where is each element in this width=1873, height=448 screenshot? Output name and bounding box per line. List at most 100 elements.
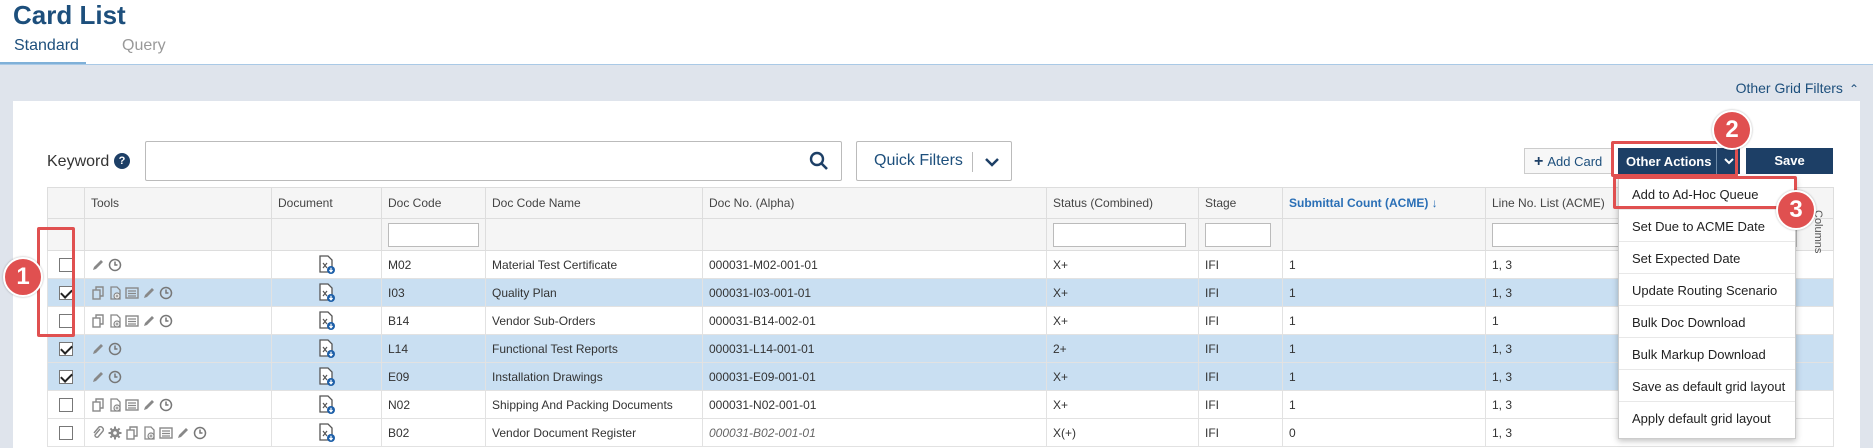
column-header-document[interactable]: Document bbox=[271, 187, 382, 219]
pencil-icon[interactable] bbox=[176, 426, 190, 440]
table-row[interactable]: M02 Material Test Certificate 000031-M02-0… bbox=[47, 250, 1834, 279]
keyword-search-input[interactable] bbox=[145, 141, 842, 181]
list-icon[interactable] bbox=[125, 314, 139, 328]
other-grid-filters-label: Other Grid Filters bbox=[1735, 80, 1843, 96]
stage-filter-input[interactable] bbox=[1205, 222, 1272, 247]
add-doc-icon[interactable] bbox=[108, 286, 122, 300]
column-header-stage[interactable]: Stage bbox=[1198, 187, 1283, 219]
list-icon[interactable] bbox=[125, 286, 139, 300]
filter-cell-empty bbox=[702, 218, 1047, 251]
annotation-badge: 3 bbox=[1776, 190, 1816, 230]
doc-no-cell: 000031-N02-001-01 bbox=[702, 390, 1047, 419]
table-row[interactable]: B14 Vendor Sub-Orders 000031-B14-002-01 X+ I… bbox=[47, 306, 1834, 335]
pencil-icon[interactable] bbox=[142, 286, 156, 300]
column-header-submittal-count[interactable]: Submittal Count (ACME) ↓ bbox=[1282, 187, 1486, 219]
help-icon[interactable]: ? bbox=[114, 153, 130, 169]
sort-arrow-down-icon: ↓ bbox=[1431, 196, 1438, 210]
row-checkbox[interactable] bbox=[59, 341, 73, 356]
list-icon[interactable] bbox=[125, 398, 139, 412]
document-download-icon[interactable] bbox=[318, 422, 336, 443]
doc-code-name-cell: Vendor Sub-Orders bbox=[485, 306, 703, 335]
stage-cell: IFI bbox=[1198, 278, 1283, 307]
document-download-icon[interactable] bbox=[318, 394, 336, 415]
row-checkbox[interactable] bbox=[59, 369, 73, 384]
document-cell bbox=[271, 278, 382, 307]
menu-item-bulk-markup-download[interactable]: Bulk Markup Download bbox=[1619, 338, 1795, 370]
menu-item-apply-default-grid-layout[interactable]: Apply default grid layout bbox=[1619, 402, 1795, 434]
menu-item-set-expected-date[interactable]: Set Expected Date bbox=[1619, 242, 1795, 274]
status-cell: X+ bbox=[1046, 278, 1199, 307]
table-row[interactable]: L14 Functional Test Reports 000031-L14-001… bbox=[47, 334, 1834, 363]
doc-no-cell: 000031-E09-001-01 bbox=[702, 362, 1047, 391]
menu-item-bulk-doc-download[interactable]: Bulk Doc Download bbox=[1619, 306, 1795, 338]
row-checkbox[interactable] bbox=[59, 425, 73, 440]
clock-icon[interactable] bbox=[159, 286, 173, 300]
chevron-down-icon[interactable] bbox=[982, 152, 1002, 172]
copy-icon[interactable] bbox=[91, 398, 105, 412]
document-download-icon[interactable] bbox=[318, 338, 336, 359]
quick-filters-button[interactable]: Quick Filters bbox=[856, 141, 1012, 181]
copy-icon[interactable] bbox=[91, 314, 105, 328]
paperclip-icon[interactable] bbox=[91, 425, 105, 440]
add-doc-icon[interactable] bbox=[108, 398, 122, 412]
submittal-count-cell: 1 bbox=[1282, 362, 1486, 391]
column-header-doc-code[interactable]: Doc Code bbox=[381, 187, 486, 219]
clock-icon[interactable] bbox=[108, 342, 122, 356]
clock-icon[interactable] bbox=[108, 258, 122, 272]
clock-icon[interactable] bbox=[193, 426, 207, 440]
pencil-icon[interactable] bbox=[91, 258, 105, 272]
table-row[interactable]: N02 Shipping And Packing Documents 000031-… bbox=[47, 390, 1834, 419]
other-grid-filters-toggle[interactable]: Other Grid Filters ⌃ bbox=[1736, 80, 1859, 96]
tools-cell bbox=[84, 306, 272, 335]
document-download-icon[interactable] bbox=[318, 366, 336, 387]
tools-cell bbox=[84, 250, 272, 279]
row-select-cell bbox=[47, 418, 85, 447]
document-download-icon[interactable] bbox=[318, 282, 336, 303]
doc-code-name-cell: Shipping And Packing Documents bbox=[485, 390, 703, 419]
tab-standard[interactable]: Standard bbox=[14, 37, 79, 55]
tab-query[interactable]: Query bbox=[122, 37, 166, 55]
document-download-icon[interactable] bbox=[318, 310, 336, 331]
search-icon[interactable] bbox=[809, 151, 829, 171]
doc-code-cell: N02 bbox=[381, 390, 486, 419]
menu-item-update-routing-scenario[interactable]: Update Routing Scenario bbox=[1619, 274, 1795, 306]
status-filter-input[interactable] bbox=[1053, 222, 1186, 247]
row-checkbox[interactable] bbox=[59, 397, 73, 412]
pencil-icon[interactable] bbox=[142, 314, 156, 328]
table-row[interactable]: E09 Installation Drawings 000031-E09-001-0… bbox=[47, 362, 1834, 391]
column-header-status[interactable]: Status (Combined) bbox=[1046, 187, 1199, 219]
pencil-icon[interactable] bbox=[91, 370, 105, 384]
annotation-badge: 1 bbox=[3, 257, 43, 297]
annotation-highlight-checkboxes bbox=[37, 227, 75, 337]
gear-icon[interactable] bbox=[108, 426, 122, 440]
copy-icon[interactable] bbox=[91, 286, 105, 300]
menu-item-save-default-grid-layout[interactable]: Save as default grid layout bbox=[1619, 370, 1795, 402]
add-card-button[interactable]: + Add Card bbox=[1524, 148, 1613, 174]
column-header-doc-code-name[interactable]: Doc Code Name bbox=[485, 187, 703, 219]
status-cell: 2+ bbox=[1046, 334, 1199, 363]
list-icon[interactable] bbox=[159, 426, 173, 440]
clock-icon[interactable] bbox=[159, 314, 173, 328]
clock-icon[interactable] bbox=[108, 370, 122, 384]
annotation-badge: 2 bbox=[1712, 110, 1752, 150]
menu-item-set-due-date[interactable]: Set Due to ACME Date bbox=[1619, 210, 1795, 242]
column-header-tools[interactable]: Tools bbox=[84, 187, 272, 219]
save-button[interactable]: Save bbox=[1746, 148, 1833, 174]
doc-code-cell: E09 bbox=[381, 362, 486, 391]
status-cell: X(+) bbox=[1046, 418, 1199, 447]
document-cell bbox=[271, 250, 382, 279]
doc-code-filter-input[interactable] bbox=[388, 222, 479, 247]
column-header-doc-no[interactable]: Doc No. (Alpha) bbox=[702, 187, 1047, 219]
table-row[interactable]: B02 Vendor Document Register 000031-B02-00… bbox=[47, 418, 1834, 447]
add-card-label: Add Card bbox=[1547, 154, 1603, 169]
pencil-icon[interactable] bbox=[142, 398, 156, 412]
column-header-select[interactable] bbox=[47, 187, 85, 219]
pencil-icon[interactable] bbox=[91, 342, 105, 356]
chevron-up-icon: ⌃ bbox=[1848, 82, 1859, 96]
clock-icon[interactable] bbox=[159, 398, 173, 412]
copy-icon[interactable] bbox=[125, 426, 139, 440]
add-doc-icon[interactable] bbox=[142, 426, 156, 440]
document-download-icon[interactable] bbox=[318, 254, 336, 275]
add-doc-icon[interactable] bbox=[108, 314, 122, 328]
table-row[interactable]: I03 Quality Plan 000031-I03-001-01 X+ IFI 1 1,… bbox=[47, 278, 1834, 307]
